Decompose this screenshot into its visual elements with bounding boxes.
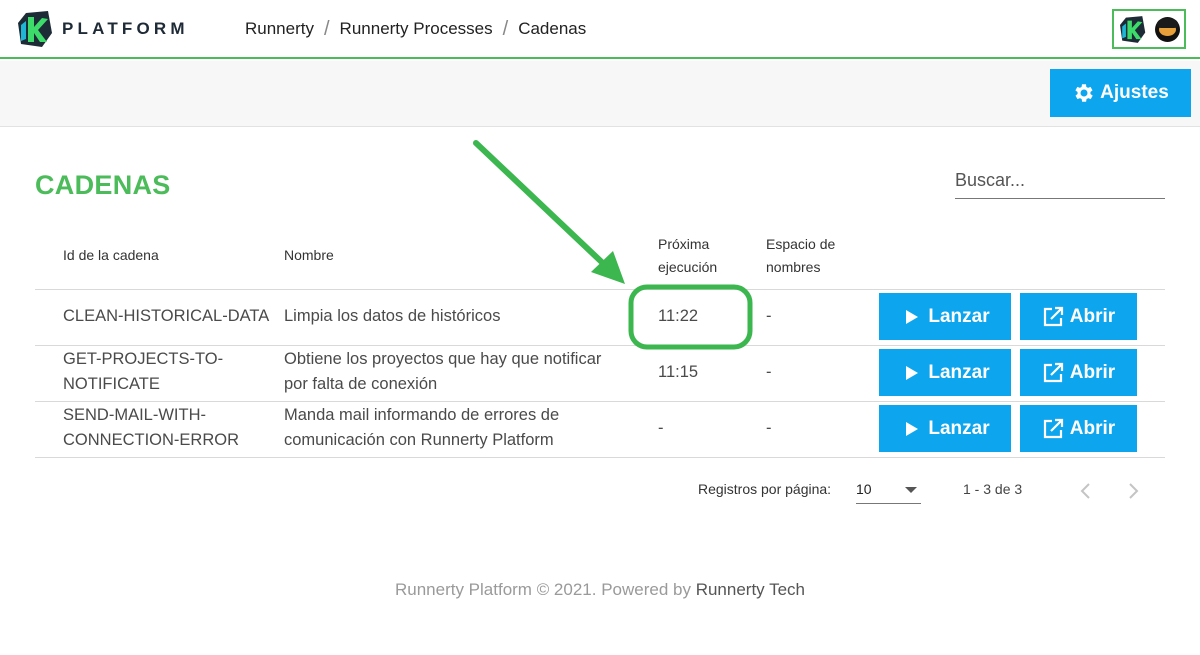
chain-id-line: SEND-MAIL-WITH- xyxy=(63,406,206,424)
next-run-cell: 11:22 xyxy=(658,307,699,325)
settings-button[interactable]: Ajustes xyxy=(1050,69,1191,117)
launch-button[interactable]: Lanzar xyxy=(879,349,1011,396)
chain-name-line: comunicación con Runnerty Platform xyxy=(284,431,554,449)
breadcrumb-separator: / xyxy=(323,17,330,40)
rows-per-page-label: Registros por página: xyxy=(698,481,832,497)
annotation-arrow-line xyxy=(473,140,611,271)
chain-name-cell: Limpia los datos de históricos xyxy=(284,307,501,325)
breadcrumb-cadenas[interactable]: Cadenas xyxy=(518,19,586,39)
annotation-arrow-head xyxy=(591,251,625,284)
open-button[interactable]: Abrir xyxy=(1020,349,1137,396)
chain-id-line: NOTIFICATE xyxy=(63,375,160,393)
external-link-icon xyxy=(1043,306,1063,326)
chevron-right-icon[interactable] xyxy=(1123,480,1143,502)
launch-label: Lanzar xyxy=(928,361,990,383)
launch-label: Lanzar xyxy=(928,417,990,439)
chain-name-cell: Manda mail informando de errores de comu… xyxy=(284,403,559,453)
rows-per-page-value: 10 xyxy=(856,481,872,497)
chain-name-line: Manda mail informando de errores de xyxy=(284,406,560,424)
brand-name: PLATFORM xyxy=(62,19,189,38)
top-header: PLATFORM Runnerty / Runnerty Processes /… xyxy=(0,0,1200,59)
chain-name-line: por falta de conexión xyxy=(284,375,438,393)
breadcrumb: Runnerty / Runnerty Processes / Cadenas xyxy=(245,19,586,39)
next-run-cell: 11:15 xyxy=(658,363,699,381)
table-divider xyxy=(35,345,1165,346)
toolbar: Ajustes xyxy=(0,61,1200,127)
gear-icon xyxy=(1075,84,1093,102)
open-label: Abrir xyxy=(1069,417,1116,439)
rows-per-page-select[interactable]: 10 xyxy=(856,478,921,504)
chain-name-line: Obtiene los proyectos que hay que notifi… xyxy=(284,350,602,368)
chain-id-line: CONNECTION-ERROR xyxy=(63,431,239,449)
play-icon xyxy=(906,365,919,380)
page-title: CADENAS xyxy=(35,170,171,200)
open-label: Abrir xyxy=(1069,305,1116,327)
play-icon xyxy=(906,309,919,324)
avatar-hair xyxy=(1157,18,1178,28)
launch-label: Lanzar xyxy=(928,305,990,327)
column-header-next-run-line: ejecución xyxy=(658,259,718,275)
column-header-id[interactable]: Id de la cadena xyxy=(63,244,159,267)
caret-down-icon xyxy=(905,487,917,493)
chain-id-cell: SEND-MAIL-WITH- CONNECTION-ERROR xyxy=(63,403,239,453)
settings-label: Ajustes xyxy=(1100,82,1169,103)
breadcrumb-runnerty-processes[interactable]: Runnerty Processes xyxy=(340,19,493,39)
footer: Runnerty Platform © 2021. Powered by Run… xyxy=(0,580,1200,600)
search-input[interactable] xyxy=(955,166,1165,194)
column-header-name[interactable]: Nombre xyxy=(284,244,334,267)
column-header-next-run-line: Próxima xyxy=(658,236,710,252)
play-icon xyxy=(906,421,919,436)
launch-button[interactable]: Lanzar xyxy=(879,405,1011,452)
open-label: Abrir xyxy=(1069,361,1116,383)
chevron-left-icon[interactable] xyxy=(1076,480,1096,502)
column-header-next-run[interactable]: Próxima ejecución xyxy=(658,233,717,279)
open-button[interactable]: Abrir xyxy=(1020,405,1137,452)
chain-id-line: GET-PROJECTS-TO- xyxy=(63,350,224,368)
external-link-icon xyxy=(1043,362,1063,382)
column-header-namespace[interactable]: Espacio de nombres xyxy=(766,233,835,279)
footer-link[interactable]: Runnerty Tech xyxy=(696,580,805,599)
pagination-range: 1 - 3 de 3 xyxy=(963,481,1023,497)
column-header-namespace-line: nombres xyxy=(766,259,821,275)
chain-id-cell: GET-PROJECTS-TO- NOTIFICATE xyxy=(63,347,223,397)
next-run-cell: - xyxy=(658,419,664,437)
footer-text: Runnerty Platform © 2021. Powered by xyxy=(394,580,696,599)
table-divider xyxy=(35,289,1165,290)
table-divider xyxy=(35,401,1165,402)
namespace-cell: - xyxy=(766,363,772,381)
runnerty-logo-icon[interactable] xyxy=(18,11,53,47)
namespace-cell: - xyxy=(766,419,772,437)
breadcrumb-runnerty[interactable]: Runnerty xyxy=(245,19,314,39)
column-header-namespace-line: Espacio de xyxy=(766,236,836,252)
user-menu[interactable] xyxy=(1112,9,1186,49)
breadcrumb-separator: / xyxy=(502,17,509,40)
launch-button[interactable]: Lanzar xyxy=(879,293,1011,340)
search-field xyxy=(955,166,1165,199)
runnerty-logo-icon xyxy=(1120,16,1146,43)
open-button[interactable]: Abrir xyxy=(1020,293,1137,340)
chain-id-cell: CLEAN-HISTORICAL-DATA xyxy=(63,307,270,325)
avatar[interactable] xyxy=(1155,17,1180,42)
chain-name-cell: Obtiene los proyectos que hay que notifi… xyxy=(284,347,601,397)
external-link-icon xyxy=(1043,418,1063,438)
table-divider xyxy=(35,457,1165,458)
namespace-cell: - xyxy=(766,307,772,325)
